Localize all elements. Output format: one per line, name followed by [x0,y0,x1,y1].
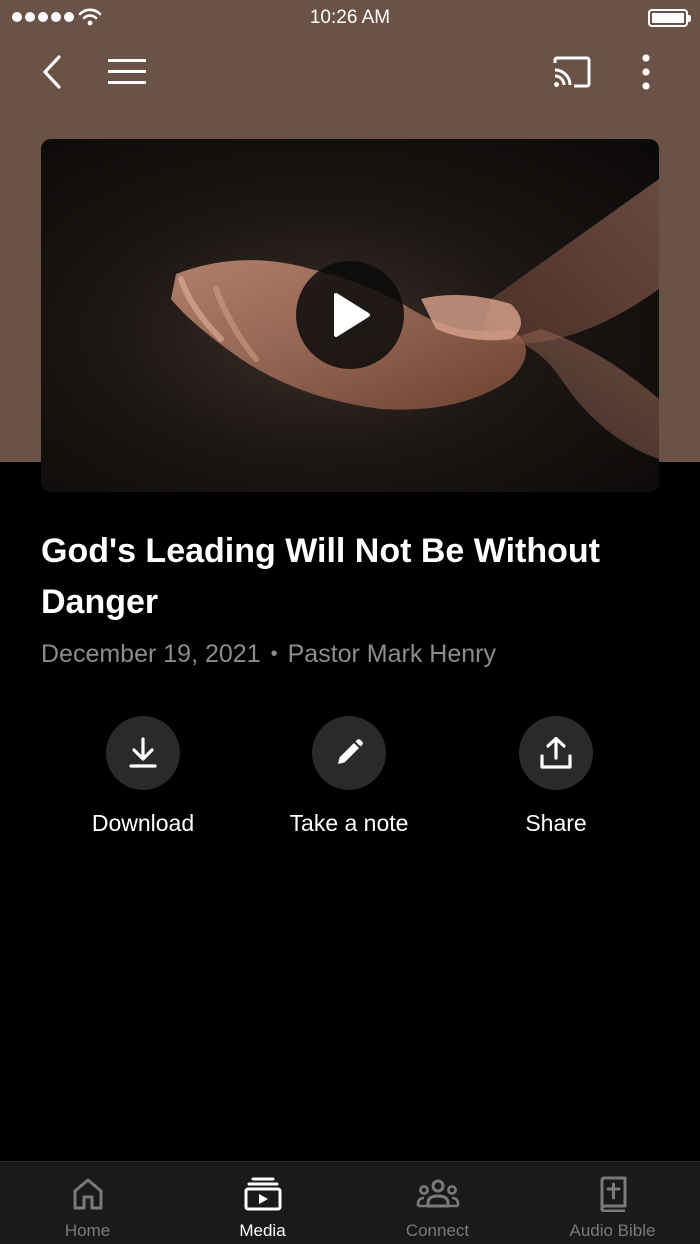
sermon-speaker: Pastor Mark Henry [287,640,496,668]
media-icon [244,1177,281,1211]
share-label: Share [525,810,587,836]
tab-connect-label: Connect [405,1221,470,1240]
tab-home[interactable]: Home [0,1162,175,1244]
bottom-tab-bar: Home Media Connect Audio Bible [0,1161,700,1244]
tab-home-label: Home [64,1221,111,1240]
action-buttons: Download Take a note Share [0,716,700,856]
download-button[interactable]: Download [48,716,238,837]
sermon-title: God's Leading Will Not Be Without Danger [41,532,600,621]
tab-connect[interactable]: Connect [350,1162,525,1244]
cast-icon[interactable] [548,50,596,94]
more-vertical-icon[interactable] [630,50,662,94]
play-button[interactable] [296,261,404,369]
tab-media-label: Media [239,1221,286,1240]
tab-media[interactable]: Media [175,1162,350,1244]
chevron-left-icon[interactable] [30,48,74,96]
sermon-meta: December 19, 2021 • Pastor Mark Henry [41,640,496,669]
status-bar: 10:26 AM [0,0,700,36]
top-navigation-bar [0,44,700,100]
sermon-date: December 19, 2021 [41,640,261,668]
status-time: 10:26 AM [309,7,391,28]
take-note-button[interactable]: Take a note [254,716,444,837]
download-label: Download [91,810,195,836]
tab-audio-bible[interactable]: Audio Bible [525,1162,700,1244]
home-icon [73,1178,102,1210]
play-icon [334,293,370,337]
video-player[interactable] [41,139,659,492]
connect-icon [416,1179,459,1208]
take-note-label: Take a note [289,810,409,836]
tab-audio-bible-label: Audio Bible [569,1221,656,1240]
pencil-icon [338,739,363,764]
share-button[interactable]: Share [461,716,651,837]
hamburger-menu-icon[interactable] [104,52,150,92]
meta-separator: • [270,643,278,665]
battery-icon [648,9,691,27]
download-icon [129,737,157,768]
share-icon [540,736,572,769]
bible-icon [600,1176,626,1212]
